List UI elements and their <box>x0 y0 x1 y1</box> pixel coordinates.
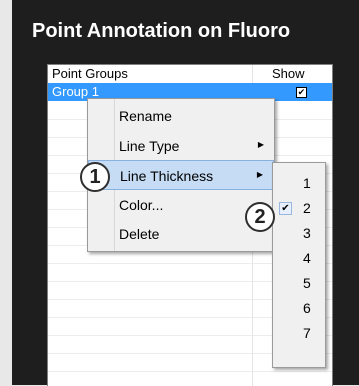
thickness-value: 7 <box>303 325 311 341</box>
column-header-point-groups[interactable]: Point Groups <box>52 65 128 83</box>
menu-item-label: Rename <box>119 108 172 124</box>
triangle-right-icon: ▶ <box>257 140 264 149</box>
thickness-option[interactable]: 1 <box>273 171 325 196</box>
checkmark-icon: ✔ <box>279 202 292 215</box>
callout-badge-2: 2 <box>245 202 275 232</box>
context-menu: Rename Line Type ▶ Line Thickness ▶ Colo… <box>87 98 275 252</box>
thickness-option[interactable]: 3 <box>273 221 325 246</box>
thickness-option[interactable]: ✔ 2 <box>273 196 325 221</box>
line-thickness-submenu: 1 ✔ 2 3 4 5 6 7 <box>272 162 326 368</box>
menu-item-label: Line Type <box>119 138 180 154</box>
show-checkbox[interactable]: ✔ <box>296 87 307 98</box>
thickness-value: 3 <box>303 225 311 241</box>
thickness-value: 4 <box>303 250 311 266</box>
thickness-value: 6 <box>303 300 311 316</box>
menu-item-rename[interactable]: Rename <box>88 101 274 131</box>
menu-item-line-thickness[interactable]: Line Thickness ▶ <box>88 160 274 190</box>
thickness-option[interactable]: 5 <box>273 271 325 296</box>
thickness-value: 2 <box>303 200 311 216</box>
panel-title: Point Annotation on Fluoro <box>32 20 291 42</box>
menu-item-line-type[interactable]: Line Type ▶ <box>88 131 274 161</box>
menu-item-label: Delete <box>119 226 160 242</box>
column-header-show[interactable]: Show <box>272 65 305 83</box>
thickness-value: 1 <box>303 175 311 191</box>
thickness-value: 5 <box>303 275 311 291</box>
thickness-option[interactable]: 7 <box>273 321 325 346</box>
thickness-option[interactable]: 4 <box>273 246 325 271</box>
callout-badge-1: 1 <box>80 162 110 192</box>
menu-item-label: Color... <box>119 197 164 213</box>
thickness-option[interactable]: 6 <box>273 296 325 321</box>
row-divider <box>48 371 332 372</box>
triangle-right-icon: ▶ <box>256 170 263 179</box>
menu-item-label: Line Thickness <box>120 168 214 184</box>
